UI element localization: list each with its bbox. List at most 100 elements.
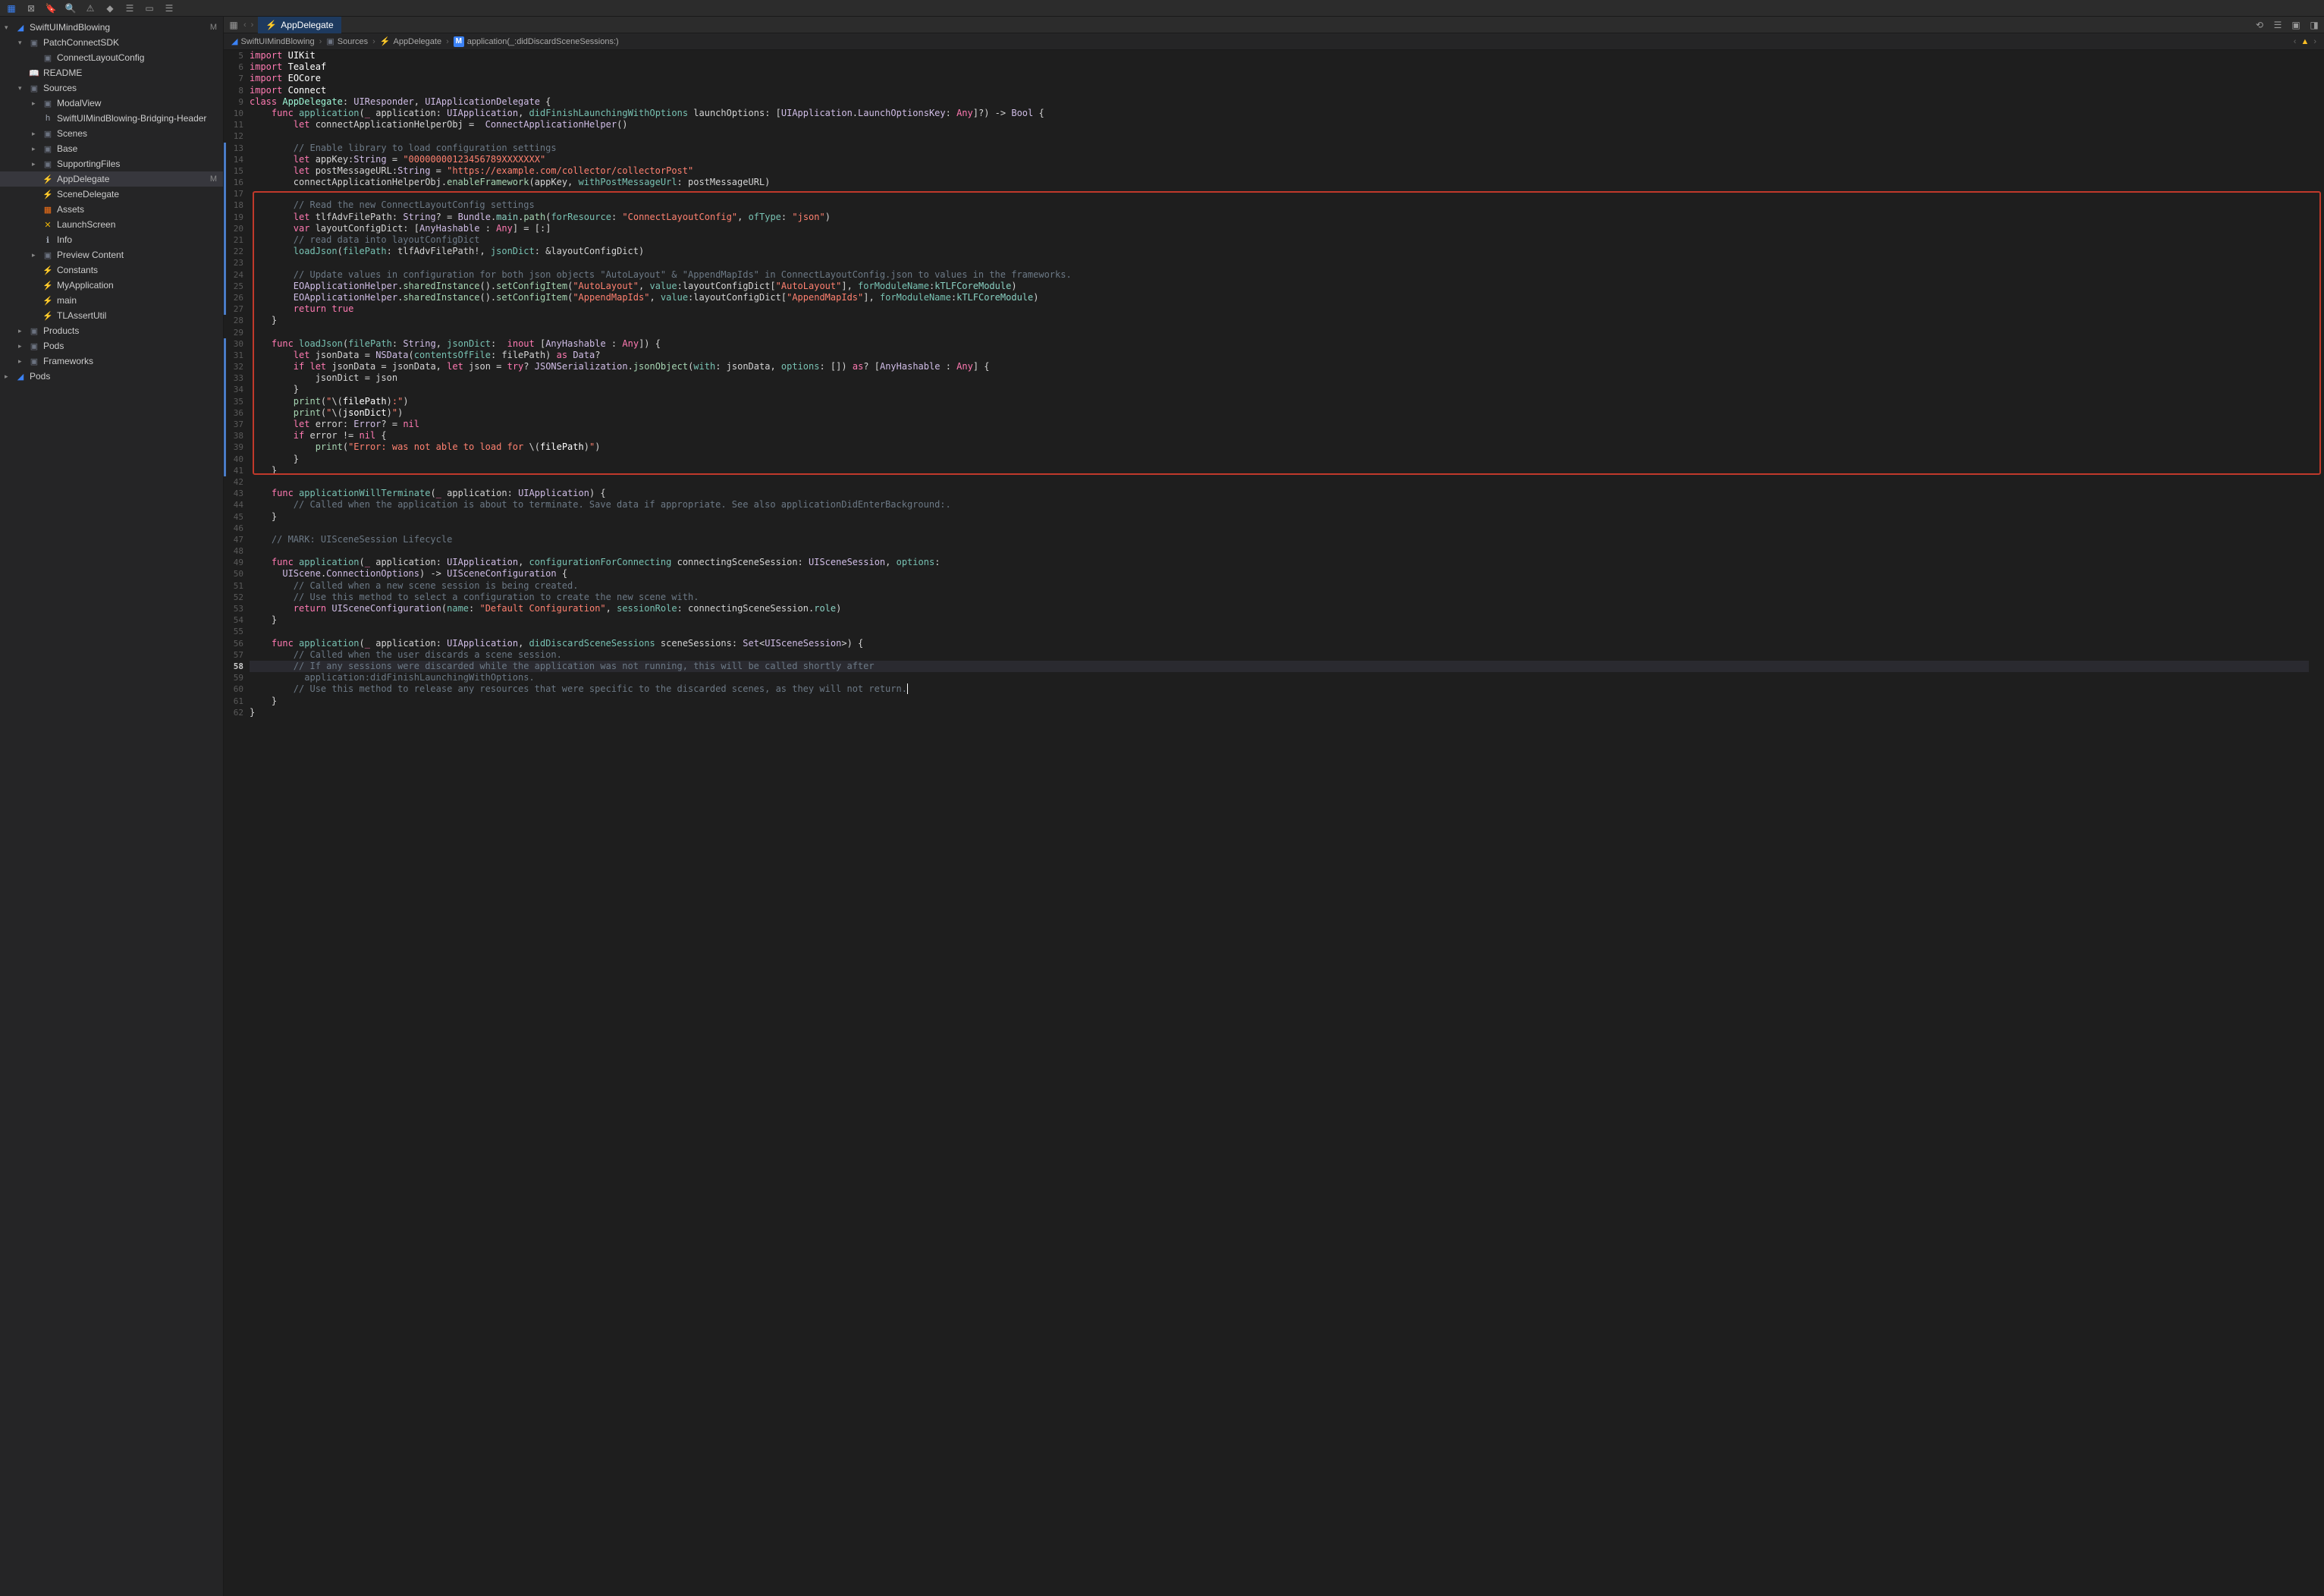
code-line[interactable]: // Use this method to select a configura… (250, 592, 2309, 603)
breadcrumb-method[interactable]: M application(_:didDiscardSceneSessions:… (454, 36, 619, 47)
tree-item-main[interactable]: ⚡main (0, 293, 223, 308)
x-square-icon[interactable]: ⊠ (26, 3, 36, 14)
code-line[interactable]: connectApplicationHelperObj.enableFramew… (250, 177, 2309, 188)
code-line[interactable]: class AppDelegate: UIResponder, UIApplic… (250, 96, 2309, 108)
disclosure-chevron-icon[interactable]: ▸ (32, 145, 39, 153)
code-line[interactable]: let appKey:String = "00000000123456789XX… (250, 154, 2309, 165)
code-line[interactable]: // read data into layoutConfigDict (250, 234, 2309, 246)
code-line[interactable]: if let jsonData = jsonData, let json = t… (250, 361, 2309, 372)
code-content[interactable]: import UIKitimport Tealeafimport EOCorei… (250, 50, 2324, 1596)
code-line[interactable]: func applicationWillTerminate(_ applicat… (250, 488, 2309, 499)
lines-icon[interactable]: ☰ (2272, 20, 2283, 30)
code-editor[interactable]: 5678910111213141516171819202122232425262… (224, 50, 2324, 1596)
nav-forward-icon[interactable]: › (251, 20, 254, 30)
code-line[interactable]: func application(_ application: UIApplic… (250, 638, 2309, 649)
tree-item-swiftuimindblowing[interactable]: ▾◢SwiftUIMindBlowingM (0, 20, 223, 35)
code-line[interactable]: func loadJson(filePath: String, jsonDict… (250, 338, 2309, 350)
nav-back-icon[interactable]: ‹ (243, 20, 247, 30)
code-line[interactable]: } (250, 614, 2309, 626)
breadcrumb-prev-icon[interactable]: ‹ (2294, 37, 2297, 46)
tree-item-connectlayoutconfig[interactable]: ▣ConnectLayoutConfig (0, 50, 223, 65)
tree-item-preview-content[interactable]: ▸▣Preview Content (0, 247, 223, 262)
code-line[interactable]: UIScene.ConnectionOptions) -> UISceneCon… (250, 568, 2309, 580)
code-line[interactable]: EOApplicationHelper.sharedInstance().set… (250, 292, 2309, 303)
code-line[interactable]: } (250, 465, 2309, 476)
tree-item-frameworks[interactable]: ▸▣Frameworks (0, 353, 223, 369)
code-line[interactable] (250, 523, 2309, 534)
code-line[interactable]: func application(_ application: UIApplic… (250, 108, 2309, 119)
code-line[interactable] (250, 188, 2309, 200)
tree-item-scenes[interactable]: ▸▣Scenes (0, 126, 223, 141)
tree-item-scenedelegate[interactable]: ⚡SceneDelegate (0, 187, 223, 202)
warning-triangle-icon[interactable]: ▲ (2300, 37, 2309, 46)
code-line[interactable]: print("Error: was not able to load for \… (250, 441, 2309, 453)
tree-item-base[interactable]: ▸▣Base (0, 141, 223, 156)
warning-icon[interactable]: ⚠ (85, 3, 96, 14)
tree-item-appdelegate[interactable]: ⚡AppDelegateM (0, 171, 223, 187)
refresh-icon[interactable]: ⟲ (2254, 20, 2265, 30)
code-line[interactable]: EOApplicationHelper.sharedInstance().set… (250, 281, 2309, 292)
code-line[interactable] (250, 545, 2309, 557)
disclosure-chevron-icon[interactable]: ▾ (18, 84, 26, 93)
debug-icon[interactable]: ▭ (144, 3, 155, 14)
code-line[interactable]: // Called when the application is about … (250, 499, 2309, 511)
code-line[interactable]: application:didFinishLaunchingWithOption… (250, 672, 2309, 683)
code-line[interactable]: } (250, 384, 2309, 395)
code-line[interactable]: import Tealeaf (250, 61, 2309, 73)
tree-item-assets[interactable]: ▦Assets (0, 202, 223, 217)
code-line[interactable]: return true (250, 303, 2309, 315)
code-line[interactable]: } (250, 696, 2309, 707)
code-line[interactable]: func application(_ application: UIApplic… (250, 557, 2309, 568)
code-line[interactable]: } (250, 454, 2309, 465)
disclosure-chevron-icon[interactable]: ▸ (32, 99, 39, 108)
code-line[interactable]: import Connect (250, 85, 2309, 96)
code-line[interactable]: loadJson(filePath: tlfAdvFilePath!, json… (250, 246, 2309, 257)
code-line[interactable]: jsonDict = json (250, 372, 2309, 384)
code-line[interactable]: print("\(filePath):") (250, 396, 2309, 407)
disclosure-chevron-icon[interactable]: ▸ (32, 160, 39, 168)
tree-item-launchscreen[interactable]: ✕LaunchScreen (0, 217, 223, 232)
disclosure-chevron-icon[interactable]: ▸ (5, 372, 12, 381)
disclosure-chevron-icon[interactable]: ▸ (32, 251, 39, 259)
code-line[interactable]: print("\(jsonDict)") (250, 407, 2309, 419)
code-line[interactable]: // MARK: UISceneSession Lifecycle (250, 534, 2309, 545)
tree-item-sources[interactable]: ▾▣Sources (0, 80, 223, 96)
breadcrumb-folder[interactable]: ▣ Sources (326, 36, 368, 46)
code-line[interactable] (250, 130, 2309, 142)
tree-item-pods[interactable]: ▸◢Pods (0, 369, 223, 384)
tree-item-constants[interactable]: ⚡Constants (0, 262, 223, 278)
code-line[interactable]: let error: Error? = nil (250, 419, 2309, 430)
project-navigator[interactable]: ▾◢SwiftUIMindBlowingM▾▣PatchConnectSDK▣C… (0, 17, 224, 1596)
code-line[interactable]: // Update values in configuration for bo… (250, 269, 2309, 281)
code-line[interactable] (250, 476, 2309, 488)
diamond-icon[interactable]: ◆ (105, 3, 115, 14)
tree-item-pods[interactable]: ▸▣Pods (0, 338, 223, 353)
panel-icon[interactable]: ◨ (2309, 20, 2319, 30)
code-line[interactable]: // Use this method to release any resour… (250, 683, 2309, 695)
tree-item-readme[interactable]: 📖README (0, 65, 223, 80)
tree-item-info[interactable]: ℹInfo (0, 232, 223, 247)
code-line[interactable]: import UIKit (250, 50, 2309, 61)
code-line[interactable] (250, 257, 2309, 269)
navigator-icon[interactable]: ▦ (6, 3, 17, 14)
code-line[interactable]: // Read the new ConnectLayoutConfig sett… (250, 200, 2309, 211)
code-line[interactable]: // Called when a new scene session is be… (250, 580, 2309, 592)
search-icon[interactable]: 🔍 (65, 3, 76, 14)
disclosure-chevron-icon[interactable]: ▾ (18, 39, 26, 47)
code-line[interactable]: return UISceneConfiguration(name: "Defau… (250, 603, 2309, 614)
tree-item-products[interactable]: ▸▣Products (0, 323, 223, 338)
tree-item-supportingfiles[interactable]: ▸▣SupportingFiles (0, 156, 223, 171)
add-view-icon[interactable]: ▣ (2291, 20, 2301, 30)
disclosure-chevron-icon[interactable]: ▸ (18, 342, 26, 350)
tree-item-patchconnectsdk[interactable]: ▾▣PatchConnectSDK (0, 35, 223, 50)
disclosure-chevron-icon[interactable]: ▸ (18, 327, 26, 335)
code-line[interactable] (250, 327, 2309, 338)
git-icon[interactable]: ☰ (124, 3, 135, 14)
tree-item-modalview[interactable]: ▸▣ModalView (0, 96, 223, 111)
disclosure-chevron-icon[interactable]: ▾ (5, 24, 12, 32)
code-line[interactable]: // If any sessions were discarded while … (250, 661, 2309, 672)
tree-item-swiftuimindblowing-bridging-header[interactable]: hSwiftUIMindBlowing-Bridging-Header (0, 111, 223, 126)
code-line[interactable]: } (250, 511, 2309, 523)
code-line[interactable]: import EOCore (250, 73, 2309, 84)
code-line[interactable] (250, 626, 2309, 637)
